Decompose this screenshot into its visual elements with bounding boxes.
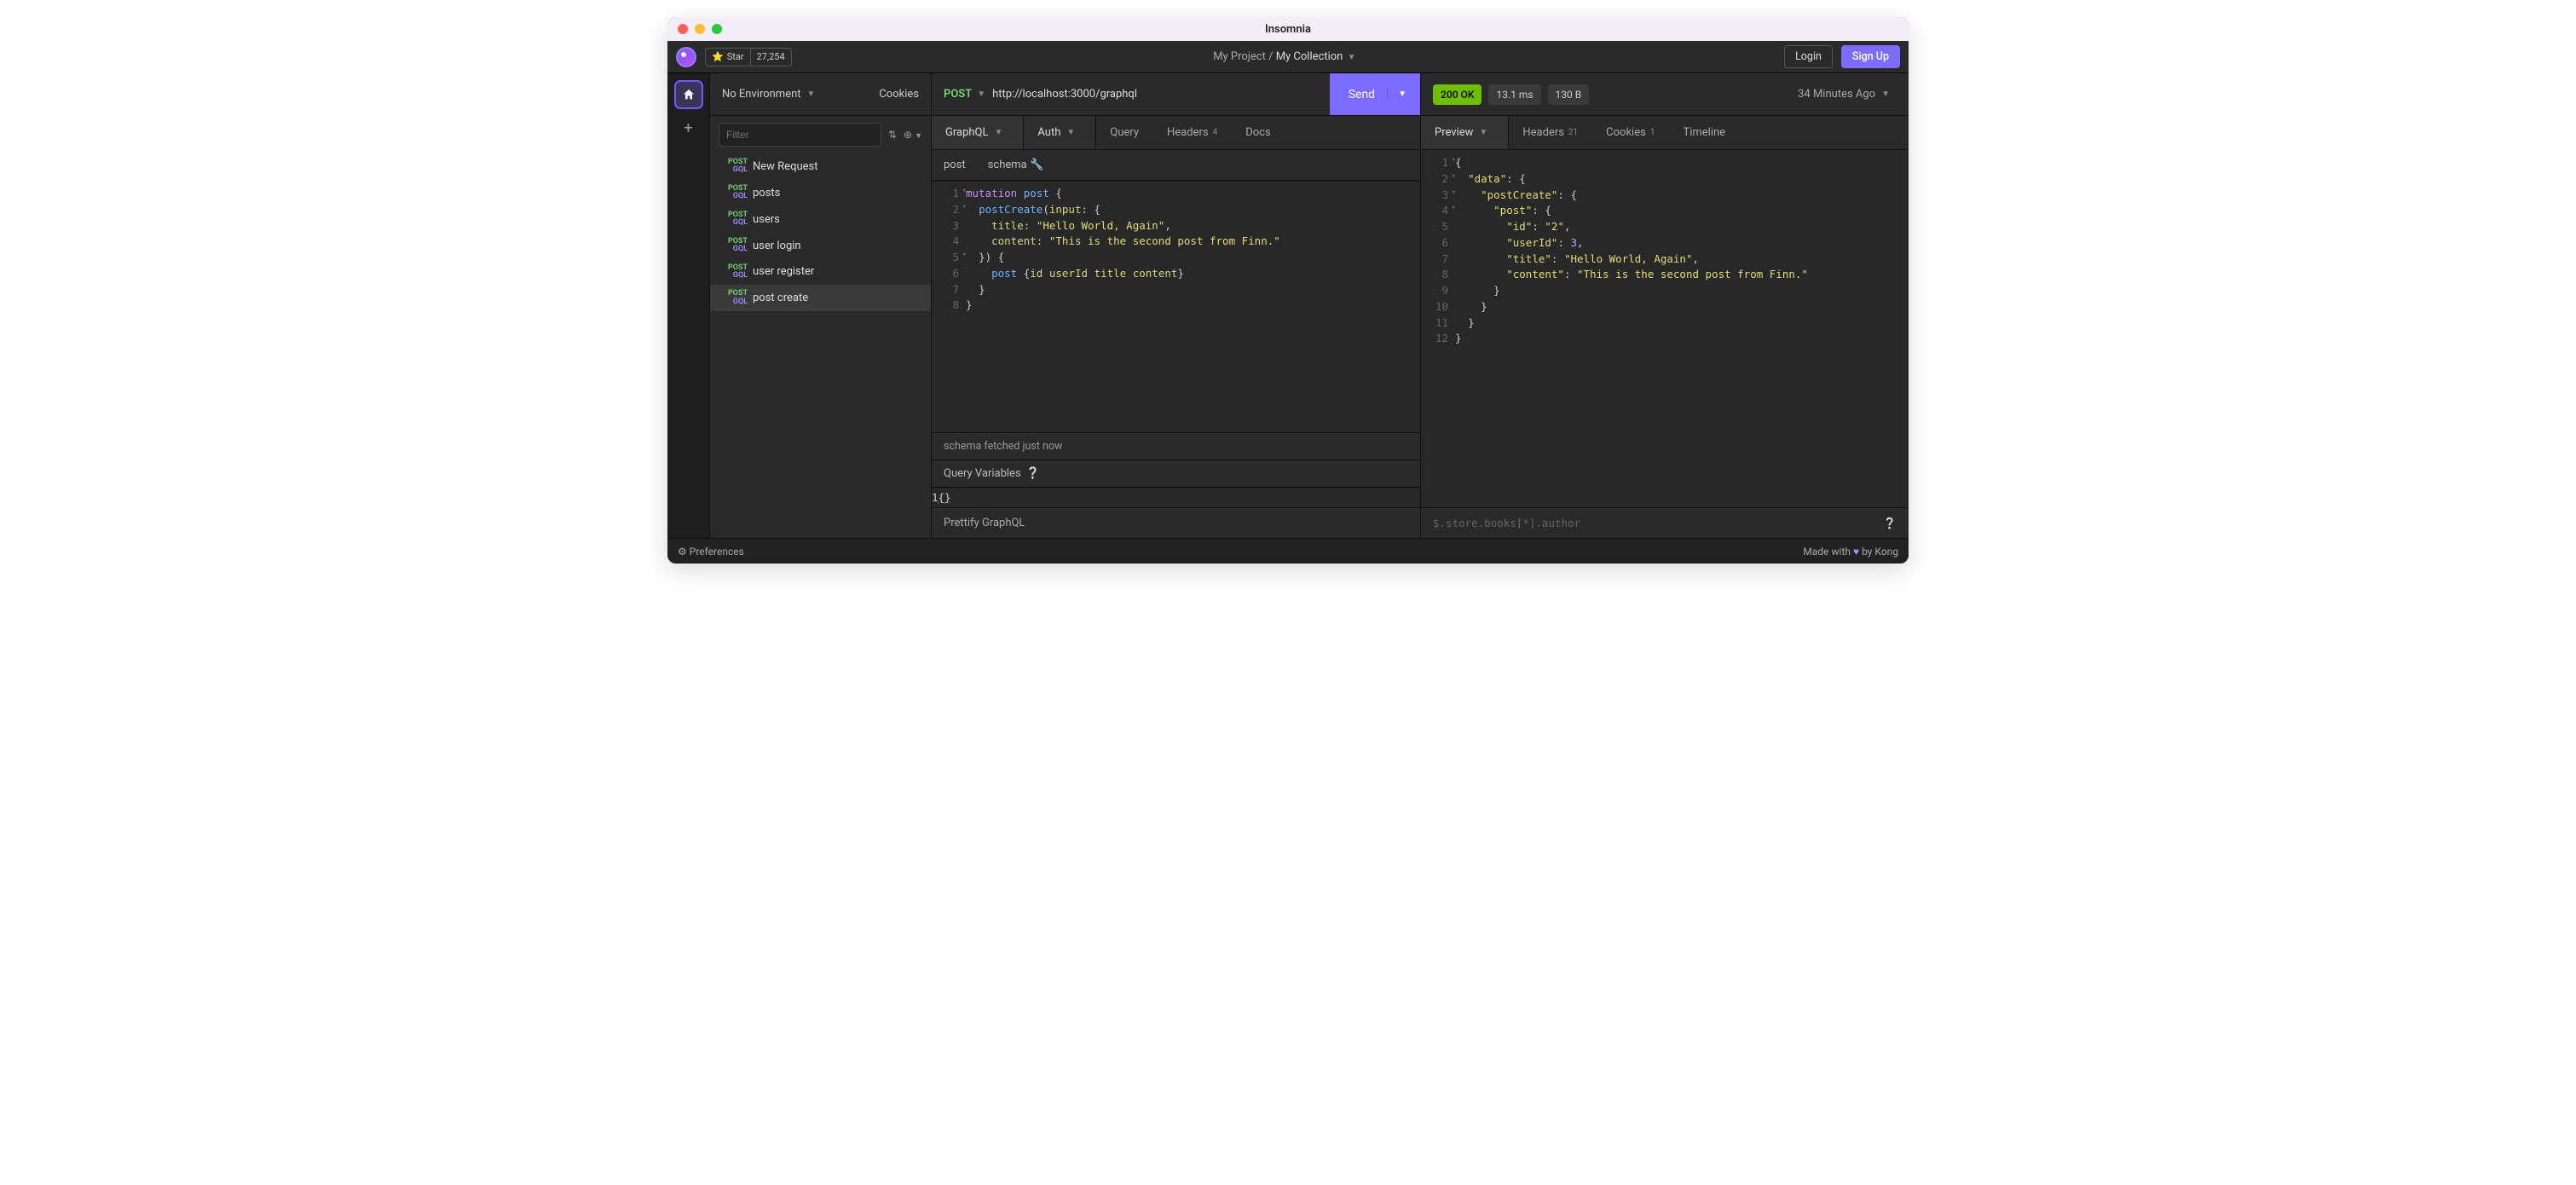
chevron-down-icon[interactable]: ▼ <box>1348 53 1356 62</box>
environment-selector[interactable]: No Environment ▼ <box>722 88 822 101</box>
response-size: 130 B <box>1548 84 1590 105</box>
cookies-button[interactable]: Cookies <box>879 88 919 101</box>
query-editor[interactable]: 1▾mutation post { 2▾ postCreate(input: {… <box>932 181 1420 432</box>
request-pane: POST ▼ http://localhost:3000/graphql Sen… <box>932 73 1421 538</box>
send-dropdown[interactable]: ▼ <box>1387 90 1406 99</box>
jsonpath-placeholder: $.store.books[*].author <box>1433 517 1580 529</box>
send-label: Send <box>1349 88 1375 101</box>
home-button[interactable] <box>674 80 703 109</box>
query-variables-editor[interactable]: 1{} <box>932 488 1420 507</box>
tab-graphql[interactable]: GraphQL ▼ <box>932 116 1024 149</box>
preferences-button[interactable]: ⚙ Preferences <box>678 546 744 558</box>
request-name: user login <box>753 240 801 252</box>
prettify-button[interactable]: Prettify GraphQL <box>932 507 1420 538</box>
star-count: 27,254 <box>751 51 791 62</box>
request-name: user register <box>753 265 814 278</box>
request-item[interactable]: POSTGQL users <box>710 206 931 233</box>
chevron-down-icon: ▼ <box>994 128 1002 137</box>
request-item[interactable]: POSTGQL New Request <box>710 153 931 180</box>
tab-preview[interactable]: Preview ▼ <box>1421 116 1509 149</box>
url-bar: POST ▼ http://localhost:3000/graphql Sen… <box>932 73 1420 116</box>
star-label: Star <box>727 51 744 62</box>
request-item[interactable]: POSTGQL user register <box>710 259 931 286</box>
request-name: post create <box>753 292 808 304</box>
tab-response-headers[interactable]: Headers21 <box>1509 116 1592 149</box>
request-item[interactable]: POSTGQL post create <box>710 285 931 311</box>
signup-button[interactable]: Sign Up <box>1841 45 1900 68</box>
url-input[interactable]: http://localhost:3000/graphql <box>992 88 1330 101</box>
help-icon[interactable]: ❔ <box>1883 517 1897 530</box>
bottombar: ⚙ Preferences Made with ♥ by Kong <box>667 538 1909 564</box>
made-with-love: Made with ♥ by Kong <box>1803 546 1898 558</box>
method-selector[interactable]: POST <box>944 88 972 101</box>
cookies-count-badge: 1 <box>1650 128 1655 137</box>
request-name: posts <box>753 187 780 199</box>
response-time: 13.1 ms <box>1488 84 1540 105</box>
headers-count-badge: 21 <box>1568 128 1578 137</box>
response-body[interactable]: 1▾{ 2▾ "data": { 3▾ "postCreate": { 4▾ "… <box>1421 150 1909 507</box>
jsonpath-filter[interactable]: $.store.books[*].author ❔ <box>1421 507 1909 538</box>
tab-query[interactable]: Query <box>1096 116 1153 149</box>
request-list: POSTGQL New Request POSTGQL posts POSTGQ… <box>710 153 931 538</box>
add-workspace-button[interactable]: + <box>684 119 692 137</box>
star-icon: ⭐ <box>712 51 724 62</box>
gear-icon: ⚙ <box>678 546 687 558</box>
chevron-down-icon[interactable]: ▼ <box>977 90 985 99</box>
titlebar: Insomnia <box>667 17 1909 41</box>
request-item[interactable]: POSTGQL posts <box>710 180 931 206</box>
headers-count-badge: 4 <box>1213 128 1218 137</box>
filter-input[interactable] <box>719 123 881 147</box>
sort-button[interactable]: ⇅ <box>888 129 897 141</box>
login-button[interactable]: Login <box>1784 45 1833 68</box>
chevron-down-icon: ▼ <box>1881 90 1890 99</box>
subtab-schema[interactable]: schema 🔧 <box>988 159 1043 171</box>
tab-headers[interactable]: Headers4 <box>1153 116 1232 149</box>
breadcrumb-project[interactable]: My Project <box>1213 50 1266 63</box>
app-window: Insomnia ⭐Star 27,254 My Project / My Co… <box>667 17 1909 564</box>
wrench-icon: 🔧 <box>1030 159 1043 171</box>
chevron-down-icon: ▼ <box>1479 128 1487 137</box>
left-rail: + <box>667 73 710 538</box>
app-logo[interactable] <box>676 47 696 67</box>
response-history-dropdown[interactable]: 34 Minutes Ago ▼ <box>1798 88 1897 101</box>
response-tabs: Preview ▼ Headers21 Cookies1 Timeline <box>1421 116 1909 150</box>
chevron-down-icon: ▼ <box>1066 128 1075 137</box>
send-button[interactable]: Send ▼ <box>1330 73 1420 115</box>
status-badge: 200 OK <box>1433 84 1481 105</box>
create-dropdown[interactable]: ⊕ ▼ <box>904 129 922 141</box>
tab-response-cookies[interactable]: Cookies1 <box>1592 116 1669 149</box>
subtab-post[interactable]: post <box>944 159 966 171</box>
chevron-down-icon: ▼ <box>807 90 816 99</box>
query-variables-header[interactable]: Query Variables ❔ <box>932 460 1420 488</box>
response-pane: 200 OK 13.1 ms 130 B 34 Minutes Ago ▼ Pr… <box>1421 73 1909 538</box>
schema-status: schema fetched just now <box>932 432 1420 460</box>
tab-docs[interactable]: Docs <box>1232 116 1285 149</box>
heart-icon: ♥ <box>1853 546 1859 558</box>
request-name: New Request <box>753 160 817 173</box>
tab-timeline[interactable]: Timeline <box>1669 116 1740 149</box>
github-star-badge[interactable]: ⭐Star 27,254 <box>705 48 792 66</box>
breadcrumb: My Project / My Collection ▼ <box>800 50 1776 63</box>
sidebar: No Environment ▼ Cookies ⇅ ⊕ ▼ POSTGQL N… <box>710 73 932 538</box>
request-tabs: GraphQL ▼ Auth ▼ Query Headers4 Docs <box>932 116 1420 150</box>
help-icon[interactable]: ❔ <box>1026 467 1040 480</box>
home-icon <box>682 88 696 101</box>
tab-auth[interactable]: Auth ▼ <box>1024 116 1096 149</box>
request-name: users <box>753 213 780 226</box>
request-item[interactable]: POSTGQL user login <box>710 233 931 259</box>
environment-label: No Environment <box>722 88 801 101</box>
graphql-subtabs: post schema 🔧 <box>932 150 1420 181</box>
window-title: Insomnia <box>667 23 1909 36</box>
topbar: ⭐Star 27,254 My Project / My Collection … <box>667 41 1909 73</box>
response-status-bar: 200 OK 13.1 ms 130 B 34 Minutes Ago ▼ <box>1421 73 1909 116</box>
breadcrumb-collection[interactable]: My Collection <box>1276 50 1343 63</box>
